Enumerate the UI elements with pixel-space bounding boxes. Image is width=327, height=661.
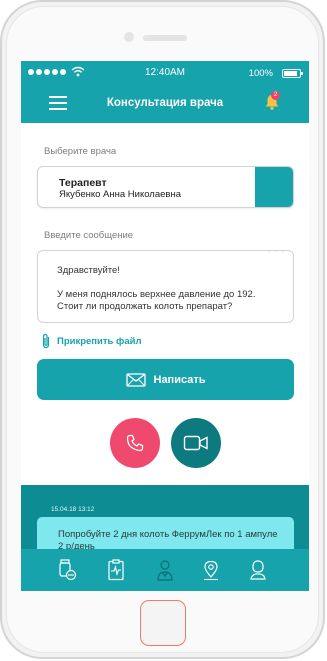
message-label: Введите сообщение — [44, 230, 134, 241]
phone-icon — [126, 434, 144, 452]
battery-icon — [282, 69, 303, 78]
speaker-grille — [143, 35, 187, 41]
envelope-icon — [125, 372, 146, 387]
paperclip-icon — [42, 333, 50, 349]
battery-percent: 100% — [248, 68, 273, 79]
app-header: Консультация врача 2 — [21, 85, 309, 123]
front-camera — [124, 32, 134, 42]
select-dropdown-button[interactable] — [255, 167, 293, 207]
bottom-tab-bar — [21, 549, 309, 591]
home-button[interactable] — [140, 600, 186, 646]
doctor-select[interactable]: Терапевт Якубенко Анна Николаевна — [37, 166, 294, 208]
pills-icon[interactable] — [57, 559, 77, 581]
write-button[interactable]: Написать — [37, 359, 294, 400]
user-profile-icon[interactable] — [248, 559, 268, 581]
message-greeting: Здравствуйте! — [57, 265, 120, 276]
medical-card-icon[interactable] — [106, 559, 126, 581]
attach-file-label: Прикрепить файл — [57, 335, 142, 347]
doctor-name: Якубенко Анна Николаевна — [59, 189, 181, 200]
message-input[interactable]: · · · Здравствуйте! У меня поднялось вер… — [37, 247, 294, 323]
doctor-select-label: Выберите врача — [44, 146, 117, 157]
write-button-label: Написать — [153, 373, 206, 386]
doctor-icon[interactable] — [155, 559, 175, 581]
app-screen: 12:40AM 100% Консультация врача 2 Выбери… — [21, 61, 309, 591]
status-bar: 12:40AM 100% — [21, 61, 309, 85]
call-button[interactable] — [110, 418, 160, 468]
phone-frame: 12:40AM 100% Консультация врача 2 Выбери… — [0, 0, 325, 659]
video-camera-icon — [183, 435, 208, 451]
map-pin-icon[interactable] — [201, 559, 221, 581]
doctor-specialty: Терапевт — [59, 177, 107, 189]
message-text: У меня поднялось верхнее давление до 192… — [57, 289, 256, 312]
video-call-button[interactable] — [171, 418, 221, 468]
resize-handle-icon: · · · — [267, 247, 285, 256]
attach-file-link[interactable]: Прикрепить файл — [41, 333, 142, 349]
chat-timestamp: 15.04.18 13:12 — [51, 506, 95, 513]
notification-badge: 2 — [271, 91, 280, 100]
